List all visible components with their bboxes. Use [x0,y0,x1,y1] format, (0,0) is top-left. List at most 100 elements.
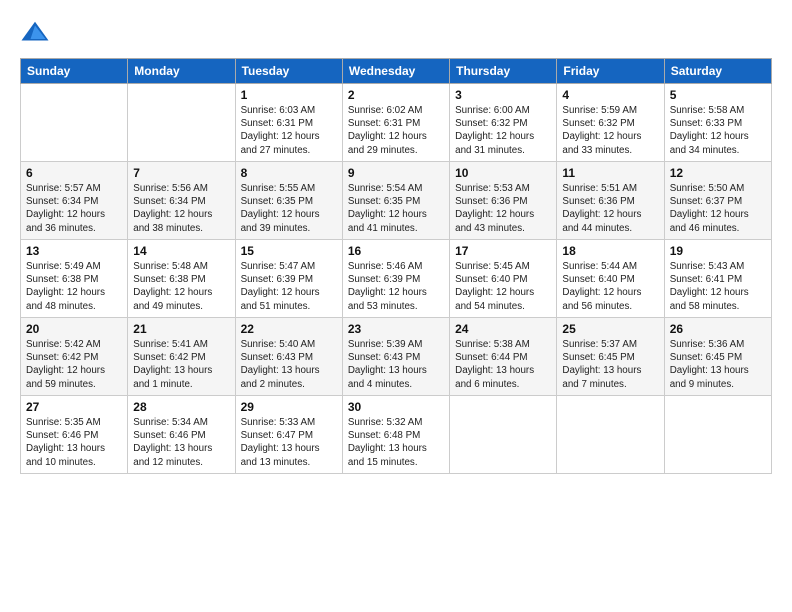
day-info: Sunrise: 5:32 AM Sunset: 6:48 PM Dayligh… [348,416,444,469]
day-info: Sunrise: 5:45 AM Sunset: 6:40 PM Dayligh… [455,260,551,313]
day-info: Sunrise: 5:57 AM Sunset: 6:34 PM Dayligh… [26,182,122,235]
calendar-cell: 25 Sunrise: 5:37 AM Sunset: 6:45 PM Dayli… [557,318,664,396]
calendar-cell: 2 Sunrise: 6:02 AM Sunset: 6:31 PM Daylig… [342,84,449,162]
calendar-cell: 20 Sunrise: 5:42 AM Sunset: 6:42 PM Dayli… [21,318,128,396]
calendar-cell: 8 Sunrise: 5:55 AM Sunset: 6:35 PM Daylig… [235,162,342,240]
day-number: 3 [455,88,551,102]
day-info: Sunrise: 5:49 AM Sunset: 6:38 PM Dayligh… [26,260,122,313]
day-info: Sunrise: 5:39 AM Sunset: 6:43 PM Dayligh… [348,338,444,391]
day-number: 6 [26,166,122,180]
day-number: 24 [455,322,551,336]
calendar-cell: 7 Sunrise: 5:56 AM Sunset: 6:34 PM Daylig… [128,162,235,240]
calendar-table: SundayMondayTuesdayWednesdayThursdayFrid… [20,58,772,474]
day-number: 28 [133,400,229,414]
calendar-cell: 21Sunrise: 5:41 AM Sunset: 6:42 PM Dayli… [128,318,235,396]
week-row-1: 1 Sunrise: 6:03 AM Sunset: 6:31 PM Daylig… [21,84,772,162]
day-number: 30 [348,400,444,414]
day-info: Sunrise: 5:48 AM Sunset: 6:38 PM Dayligh… [133,260,229,313]
calendar-cell: 14 Sunrise: 5:48 AM Sunset: 6:38 PM Dayli… [128,240,235,318]
week-row-5: 27Sunrise: 5:35 AM Sunset: 6:46 PM Dayli… [21,396,772,474]
week-row-4: 20 Sunrise: 5:42 AM Sunset: 6:42 PM Dayli… [21,318,772,396]
week-row-2: 6 Sunrise: 5:57 AM Sunset: 6:34 PM Daylig… [21,162,772,240]
day-number: 11 [562,166,658,180]
day-number: 18 [562,244,658,258]
day-number: 5 [670,88,766,102]
calendar-cell: 4 Sunrise: 5:59 AM Sunset: 6:32 PM Daylig… [557,84,664,162]
calendar-cell [21,84,128,162]
calendar-cell: 9Sunrise: 5:54 AM Sunset: 6:35 PM Daylig… [342,162,449,240]
day-info: Sunrise: 5:46 AM Sunset: 6:39 PM Dayligh… [348,260,444,313]
day-number: 19 [670,244,766,258]
calendar-cell: 10Sunrise: 5:53 AM Sunset: 6:36 PM Dayli… [450,162,557,240]
calendar-cell: 19 Sunrise: 5:43 AM Sunset: 6:41 PM Dayli… [664,240,771,318]
day-info: Sunrise: 5:44 AM Sunset: 6:40 PM Dayligh… [562,260,658,313]
calendar-cell [557,396,664,474]
day-number: 27 [26,400,122,414]
day-number: 14 [133,244,229,258]
weekday-header-saturday: Saturday [664,59,771,84]
calendar-cell: 29Sunrise: 5:33 AM Sunset: 6:47 PM Dayli… [235,396,342,474]
calendar-cell: 15Sunrise: 5:47 AM Sunset: 6:39 PM Dayli… [235,240,342,318]
day-info: Sunrise: 6:03 AM Sunset: 6:31 PM Dayligh… [241,104,337,157]
calendar-cell: 23 Sunrise: 5:39 AM Sunset: 6:43 PM Dayli… [342,318,449,396]
calendar-cell: 3 Sunrise: 6:00 AM Sunset: 6:32 PM Daylig… [450,84,557,162]
logo [20,18,54,48]
weekday-header-monday: Monday [128,59,235,84]
page: SundayMondayTuesdayWednesdayThursdayFrid… [0,0,792,612]
day-info: Sunrise: 6:00 AM Sunset: 6:32 PM Dayligh… [455,104,551,157]
calendar-cell [450,396,557,474]
day-number: 7 [133,166,229,180]
day-number: 12 [670,166,766,180]
day-number: 1 [241,88,337,102]
header [20,18,772,48]
day-number: 15 [241,244,337,258]
day-number: 21 [133,322,229,336]
calendar-cell: 17 Sunrise: 5:45 AM Sunset: 6:40 PM Dayli… [450,240,557,318]
weekday-header-wednesday: Wednesday [342,59,449,84]
calendar-cell: 5 Sunrise: 5:58 AM Sunset: 6:33 PM Daylig… [664,84,771,162]
day-info: Sunrise: 5:43 AM Sunset: 6:41 PM Dayligh… [670,260,766,313]
day-number: 8 [241,166,337,180]
day-info: Sunrise: 6:02 AM Sunset: 6:31 PM Dayligh… [348,104,444,157]
day-info: Sunrise: 5:58 AM Sunset: 6:33 PM Dayligh… [670,104,766,157]
calendar-cell: 18 Sunrise: 5:44 AM Sunset: 6:40 PM Dayli… [557,240,664,318]
calendar-cell [664,396,771,474]
day-number: 4 [562,88,658,102]
calendar-cell: 1 Sunrise: 6:03 AM Sunset: 6:31 PM Daylig… [235,84,342,162]
weekday-header-friday: Friday [557,59,664,84]
day-number: 23 [348,322,444,336]
day-number: 16 [348,244,444,258]
logo-icon [20,18,50,48]
day-info: Sunrise: 5:38 AM Sunset: 6:44 PM Dayligh… [455,338,551,391]
day-info: Sunrise: 5:59 AM Sunset: 6:32 PM Dayligh… [562,104,658,157]
calendar-cell: 28 Sunrise: 5:34 AM Sunset: 6:46 PM Dayli… [128,396,235,474]
calendar-cell: 16 Sunrise: 5:46 AM Sunset: 6:39 PM Dayli… [342,240,449,318]
week-row-3: 13 Sunrise: 5:49 AM Sunset: 6:38 PM Dayli… [21,240,772,318]
day-info: Sunrise: 5:40 AM Sunset: 6:43 PM Dayligh… [241,338,337,391]
calendar-cell [128,84,235,162]
calendar-cell: 22Sunrise: 5:40 AM Sunset: 6:43 PM Dayli… [235,318,342,396]
weekday-header-row: SundayMondayTuesdayWednesdayThursdayFrid… [21,59,772,84]
day-info: Sunrise: 5:37 AM Sunset: 6:45 PM Dayligh… [562,338,658,391]
calendar-cell: 12Sunrise: 5:50 AM Sunset: 6:37 PM Dayli… [664,162,771,240]
day-info: Sunrise: 5:54 AM Sunset: 6:35 PM Dayligh… [348,182,444,235]
weekday-header-thursday: Thursday [450,59,557,84]
weekday-header-sunday: Sunday [21,59,128,84]
day-number: 13 [26,244,122,258]
calendar-cell: 11 Sunrise: 5:51 AM Sunset: 6:36 PM Dayli… [557,162,664,240]
calendar-cell: 26Sunrise: 5:36 AM Sunset: 6:45 PM Dayli… [664,318,771,396]
day-number: 17 [455,244,551,258]
calendar-cell: 24 Sunrise: 5:38 AM Sunset: 6:44 PM Dayli… [450,318,557,396]
day-info: Sunrise: 5:56 AM Sunset: 6:34 PM Dayligh… [133,182,229,235]
weekday-header-tuesday: Tuesday [235,59,342,84]
day-number: 25 [562,322,658,336]
day-number: 2 [348,88,444,102]
day-info: Sunrise: 5:34 AM Sunset: 6:46 PM Dayligh… [133,416,229,469]
day-info: Sunrise: 5:55 AM Sunset: 6:35 PM Dayligh… [241,182,337,235]
day-info: Sunrise: 5:51 AM Sunset: 6:36 PM Dayligh… [562,182,658,235]
day-info: Sunrise: 5:42 AM Sunset: 6:42 PM Dayligh… [26,338,122,391]
calendar-cell: 13 Sunrise: 5:49 AM Sunset: 6:38 PM Dayli… [21,240,128,318]
calendar-cell: 30 Sunrise: 5:32 AM Sunset: 6:48 PM Dayli… [342,396,449,474]
day-number: 20 [26,322,122,336]
day-info: Sunrise: 5:33 AM Sunset: 6:47 PM Dayligh… [241,416,337,469]
